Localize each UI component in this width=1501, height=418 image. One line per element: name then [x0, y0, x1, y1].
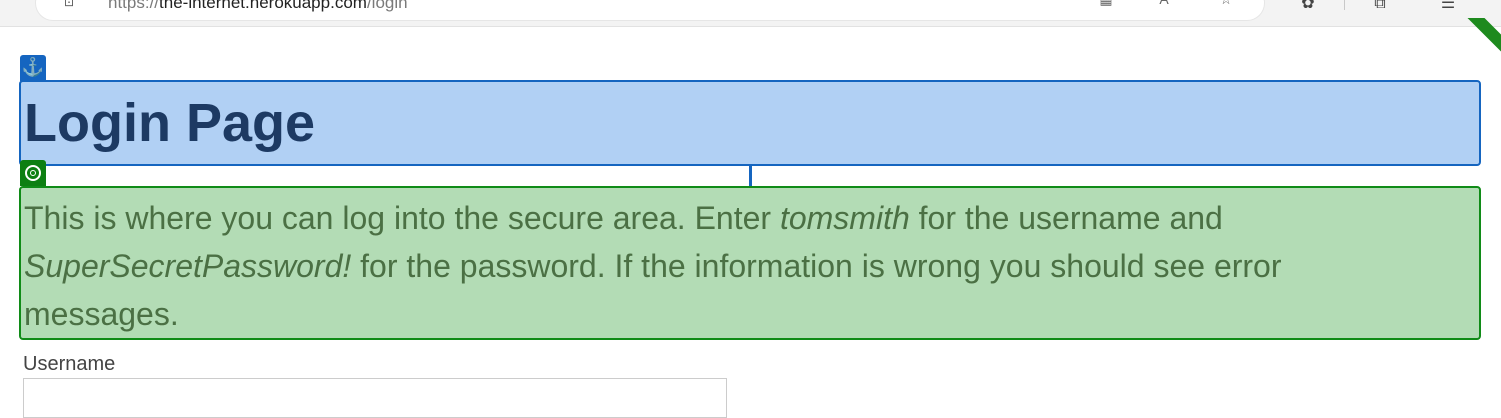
username-input[interactable] [23, 378, 727, 418]
anchor-icon: ⚓ [20, 55, 46, 81]
overlay-connector [749, 164, 752, 186]
username-label: Username [23, 353, 116, 375]
username-hint: tomsmith [779, 200, 910, 236]
intro-paragraph: This is where you can log into the secur… [24, 200, 1282, 332]
browser-toolbar: ⊡ https://the-internet.herokuapp.com/log… [0, 0, 1501, 27]
address-bar[interactable]: ⊡ https://the-internet.herokuapp.com/log… [36, 0, 1264, 20]
target-icon [20, 160, 46, 186]
split-screen-icon[interactable]: ⧉ [1368, 0, 1392, 16]
favorites-list-icon[interactable]: ☰ [1436, 0, 1460, 16]
extensions-icon[interactable]: ✿ [1296, 0, 1320, 16]
read-aloud-icon[interactable]: A [1154, 0, 1174, 6]
paragraph-highlight: This is where you can log into the secur… [19, 186, 1481, 340]
fork-me-ribbon[interactable] [1461, 18, 1501, 58]
url-text[interactable]: https://the-internet.herokuapp.com/login [108, 0, 408, 11]
favorite-star-icon[interactable]: ☆ [1216, 0, 1236, 6]
app-available-icon[interactable]: ▦ [1096, 0, 1116, 6]
site-info-icon[interactable]: ⊡ [64, 0, 78, 8]
password-hint: SuperSecretPassword! [24, 248, 352, 284]
heading-highlight: Login Page [19, 80, 1481, 166]
toolbar-divider [1344, 0, 1345, 10]
page-title: Login Page [24, 93, 316, 153]
